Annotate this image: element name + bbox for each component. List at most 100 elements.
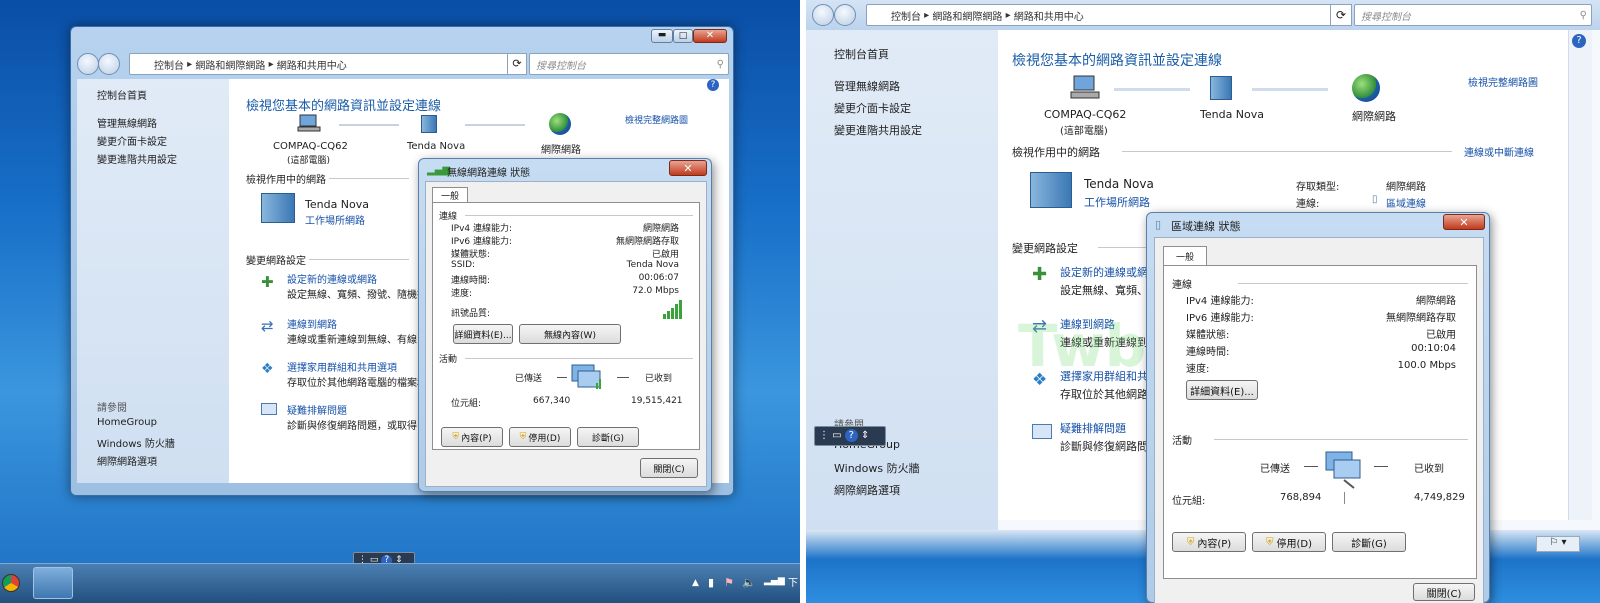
- breadcrumb-item[interactable]: 網路和網際網路: [195, 57, 265, 72]
- maximize-button[interactable]: □: [673, 29, 693, 43]
- forward-button[interactable]: [834, 4, 856, 26]
- map-line: [1114, 88, 1190, 91]
- task-homegroup-link[interactable]: 選擇家用群組和共用選項: [287, 359, 397, 374]
- back-button[interactable]: [812, 4, 834, 26]
- taskbar: ▲ ▮ ⚑ 🔈 ▂▄▆ 下: [0, 563, 800, 603]
- view-full-map-link[interactable]: 檢視完整網路圖: [1468, 74, 1538, 89]
- divider: [1214, 439, 1468, 440]
- tab-general[interactable]: 一般: [432, 187, 468, 203]
- tray-flag-icon[interactable]: ⚐ ▾: [1536, 536, 1580, 552]
- task-troubleshoot-desc: 診斷與修復網路問題，或取得: [287, 421, 417, 432]
- breadcrumb-item[interactable]: 控制台: [891, 8, 921, 23]
- view-full-map-link[interactable]: 檢視完整網路圖: [625, 113, 688, 126]
- field-label: SSID:: [451, 260, 476, 270]
- close-dialog-button[interactable]: 關閉(C): [1413, 583, 1475, 601]
- active-networks-heading: 檢視作用中的網路: [246, 175, 326, 186]
- sent-label: 已傳送: [515, 374, 543, 384]
- breadcrumb-item[interactable]: 網路和共用中心: [1014, 8, 1084, 23]
- wifi-tray-icon[interactable]: ▂▄▆: [764, 576, 785, 586]
- field-label: 媒體狀態:: [1186, 330, 1230, 341]
- properties-button[interactable]: ⛨ 內容(P): [441, 427, 503, 447]
- network-type-link[interactable]: 工作場所網路: [1084, 194, 1150, 210]
- wireless-properties-button[interactable]: 無線內容(W): [519, 324, 621, 344]
- sidebar-home-link[interactable]: 控制台首頁: [97, 87, 147, 102]
- refresh-icon[interactable]: ⟳: [1330, 4, 1352, 26]
- sidebar-item-adapter-settings[interactable]: 變更介面卡設定: [834, 100, 911, 116]
- properties-button[interactable]: ⛨ 內容(P): [1172, 532, 1246, 552]
- help-icon[interactable]: ?: [1572, 34, 1586, 48]
- language-bar[interactable]: ⋮ ▭ ? ⇕: [814, 426, 886, 446]
- connection-value-link[interactable]: 區域連線: [1386, 195, 1426, 210]
- disable-button[interactable]: ⛨ 停用(D): [1252, 532, 1326, 552]
- right-screenshot: 控制台 ▸ 網路和網際網路 ▸ 網路和共用中心 ⟳ 搜尋控制台 ⚲ 控制台首頁 管…: [806, 0, 1600, 603]
- dialog-close-x[interactable]: ✕: [669, 160, 707, 176]
- volume-icon[interactable]: 🔈: [742, 576, 756, 589]
- received-label: 已收到: [1414, 464, 1444, 475]
- chrome-icon[interactable]: [2, 574, 20, 592]
- details-button[interactable]: 詳細資料(E)...: [453, 324, 513, 344]
- battery-icon[interactable]: ▮: [708, 576, 714, 589]
- close-button[interactable]: ✕: [693, 29, 727, 43]
- dialog-body: 一般 連線 IPv4 連線能力: 網際網路 IPv6 連線能力: 無網際網路存取…: [425, 181, 707, 487]
- control-panel-taskbar-button[interactable]: [33, 567, 73, 599]
- connect-disconnect-link[interactable]: 連線或中斷連線: [1464, 144, 1534, 159]
- forward-button[interactable]: [98, 53, 120, 75]
- sidebar-item-advanced-sharing[interactable]: 變更進階共用設定: [97, 151, 177, 166]
- scrollbar[interactable]: [1568, 30, 1592, 520]
- shield-icon: ⛨: [519, 432, 527, 442]
- breadcrumb-item[interactable]: 網路和共用中心: [277, 57, 347, 72]
- action-center-icon[interactable]: ⚑: [724, 576, 734, 589]
- details-button[interactable]: 詳細資料(E)...: [1186, 380, 1258, 400]
- network-type-link[interactable]: 工作場所網路: [305, 212, 365, 227]
- homegroup-icon: ❖: [261, 361, 274, 377]
- search-icon[interactable]: ⚲: [717, 59, 724, 70]
- access-type-label: 存取類型:: [1296, 182, 1340, 193]
- breadcrumb-item[interactable]: 網路和網際網路: [932, 8, 1002, 23]
- clock[interactable]: 下: [788, 574, 798, 589]
- breadcrumb-item[interactable]: 控制台: [154, 57, 184, 72]
- sidebar-link-firewall[interactable]: Windows 防火牆: [834, 460, 920, 476]
- sidebar-item-adapter-settings[interactable]: 變更介面卡設定: [97, 133, 167, 148]
- task-troubleshoot-link[interactable]: 疑難排解問題: [1060, 420, 1126, 436]
- sidebar-link-internet-options[interactable]: 網際網路選項: [97, 453, 157, 468]
- sidebar-item-manage-wireless[interactable]: 管理無線網路: [97, 115, 157, 130]
- divider: [329, 178, 409, 179]
- shield-icon: ⛨: [1186, 536, 1195, 548]
- task-homegroup-desc: 存取位於其他網路: [1060, 388, 1148, 401]
- sidebar-item-advanced-sharing[interactable]: 變更進階共用設定: [834, 122, 922, 138]
- back-button[interactable]: [77, 53, 99, 75]
- sidebar-link-internet-options[interactable]: 網際網路選項: [834, 482, 900, 498]
- minimize-button[interactable]: ▬: [651, 29, 673, 43]
- sidebar-link-firewall[interactable]: Windows 防火牆: [97, 435, 175, 450]
- diagnose-button[interactable]: 診斷(G): [1332, 532, 1406, 552]
- received-label: 已收到: [645, 374, 673, 384]
- see-also-title: 請參閱: [97, 403, 127, 414]
- help-icon[interactable]: ?: [707, 79, 719, 91]
- task-connect-network-desc: 連線或重新連線到無線、有線: [287, 335, 417, 346]
- tab-general[interactable]: 一般: [1163, 246, 1207, 266]
- sidebar-item-manage-wireless[interactable]: 管理無線網路: [834, 78, 900, 94]
- show-hidden-icons[interactable]: ▲: [692, 578, 699, 588]
- field-label: IPv4 連線能力:: [1186, 296, 1254, 307]
- task-connect-network-link[interactable]: 連線到網路: [287, 316, 337, 331]
- sidebar-link-homegroup[interactable]: HomeGroup: [97, 417, 157, 428]
- help-icon[interactable]: ?: [844, 429, 858, 442]
- dialog-close-x[interactable]: ✕: [1443, 214, 1485, 230]
- diagnose-button[interactable]: 診斷(G): [577, 427, 639, 447]
- sent-label: 已傳送: [1260, 464, 1290, 475]
- dialog-title: 無線網路連線 狀態: [447, 168, 531, 179]
- sidebar-home-link[interactable]: 控制台首頁: [834, 46, 889, 62]
- field-value: 已啟用: [651, 250, 679, 260]
- close-dialog-button[interactable]: 關閉(C): [640, 458, 698, 478]
- address-bar[interactable]: 控制台 ▸ 網路和網際網路 ▸ 網路和共用中心: [129, 53, 517, 75]
- task-setup-connection-link[interactable]: 設定新的連線或網路: [1060, 264, 1159, 280]
- search-input[interactable]: 搜尋控制台 ⚲: [1354, 4, 1592, 26]
- task-troubleshoot-link[interactable]: 疑難排解問題: [287, 402, 347, 417]
- search-input[interactable]: 搜尋控制台 ⚲: [529, 53, 729, 75]
- refresh-icon[interactable]: ⟳: [507, 53, 527, 75]
- field-label: 速度:: [451, 289, 473, 299]
- search-icon[interactable]: ⚲: [1580, 10, 1587, 21]
- address-bar[interactable]: 控制台 ▸ 網路和網際網路 ▸ 網路和共用中心: [866, 4, 1348, 26]
- task-setup-connection-link[interactable]: 設定新的連線或網路: [287, 271, 377, 286]
- disable-button[interactable]: ⛨ 停用(D): [509, 427, 571, 447]
